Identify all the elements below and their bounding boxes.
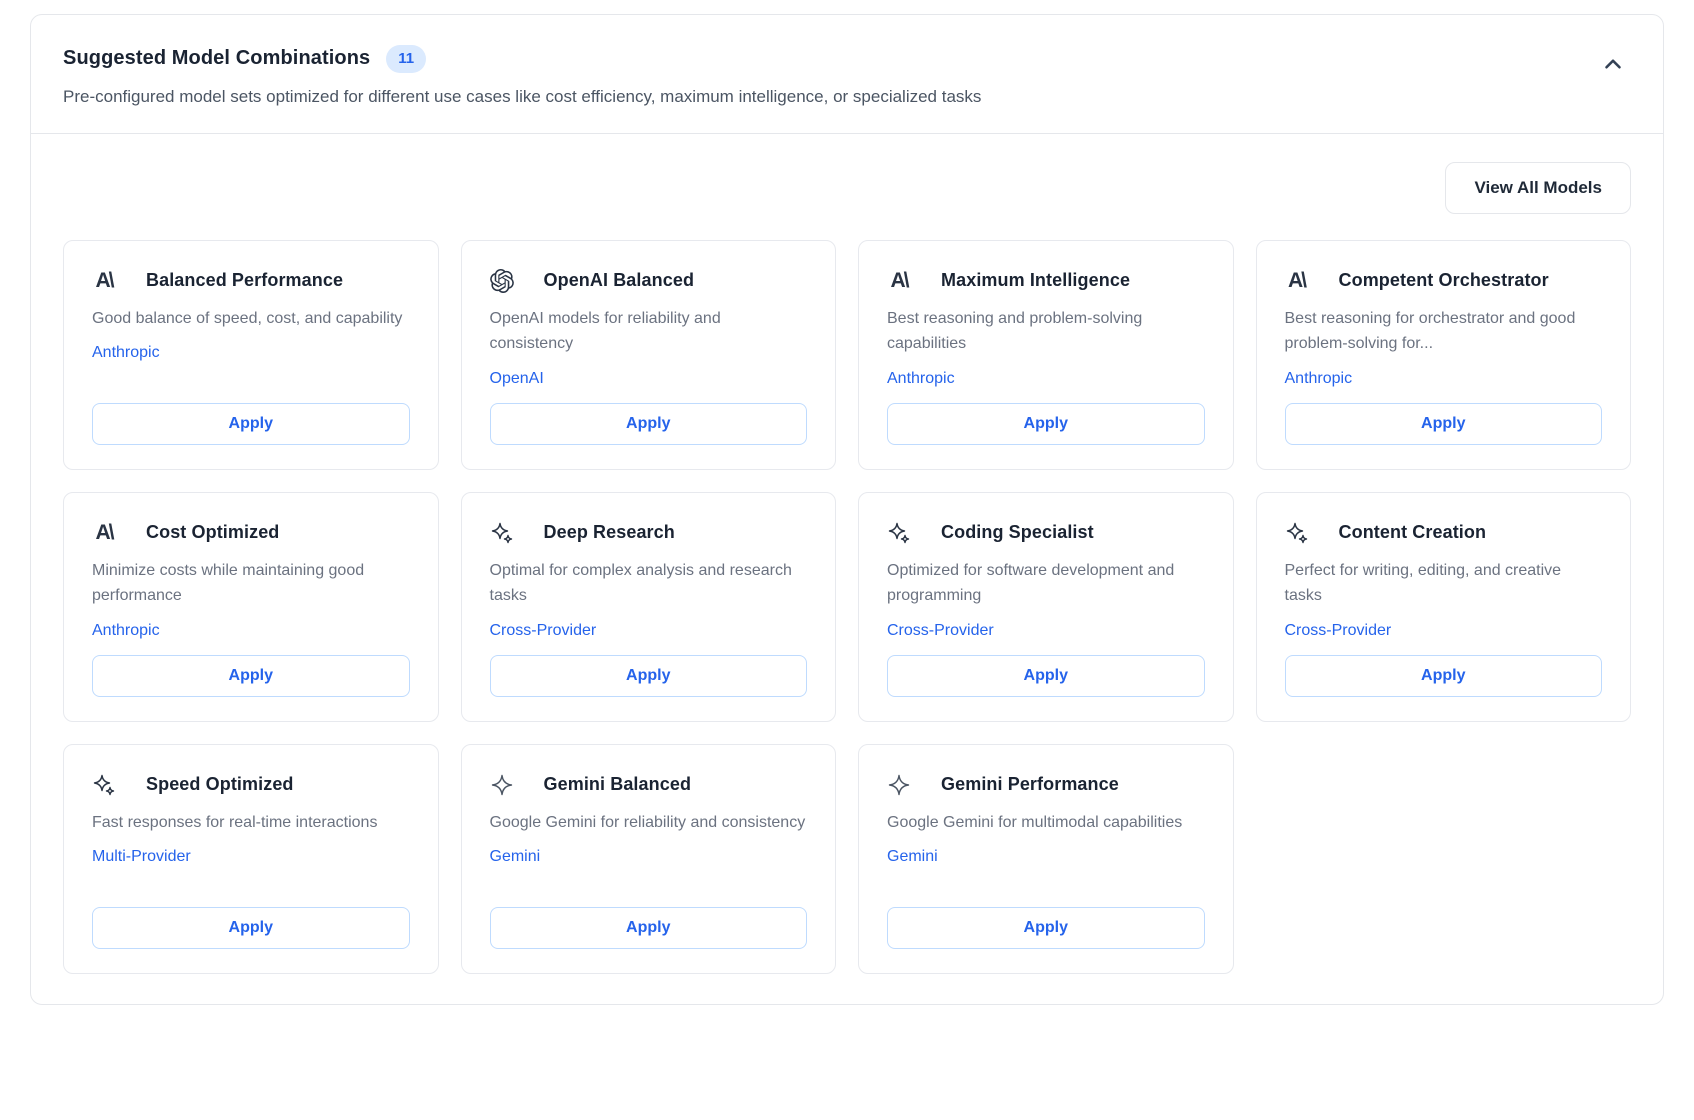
card-title: Gemini Balanced [544, 774, 692, 795]
sparkles-icon [887, 521, 911, 545]
card-title: Deep Research [544, 522, 675, 543]
apply-button[interactable]: Apply [490, 655, 808, 697]
model-combination-card: Deep Research Optimal for complex analys… [461, 492, 837, 722]
card-header: Content Creation [1285, 521, 1603, 545]
apply-button[interactable]: Apply [92, 907, 410, 949]
gemini-icon [490, 773, 514, 797]
panel-body: View All Models A\ Balanced Performance … [31, 134, 1663, 1004]
card-description: Fast responses for real-time interaction… [92, 810, 410, 836]
apply-button[interactable]: Apply [1285, 403, 1603, 445]
apply-button[interactable]: Apply [887, 907, 1205, 949]
card-description: OpenAI models for reliability and consis… [490, 306, 808, 357]
apply-button[interactable]: Apply [92, 655, 410, 697]
provider-link[interactable]: Anthropic [1285, 370, 1353, 388]
card-title: Speed Optimized [146, 774, 294, 795]
card-description: Google Gemini for reliability and consis… [490, 810, 808, 836]
provider-link[interactable]: Gemini [490, 848, 541, 866]
model-combination-card: Gemini Balanced Google Gemini for reliab… [461, 744, 837, 974]
model-combination-card: A\ Competent Orchestrator Best reasoning… [1256, 240, 1632, 470]
card-title: Balanced Performance [146, 270, 343, 291]
card-header: A\ Maximum Intelligence [887, 269, 1205, 293]
panel-title-row: Suggested Model Combinations 11 [63, 45, 1631, 73]
cards-grid: A\ Balanced Performance Good balance of … [63, 240, 1631, 974]
card-header: Speed Optimized [92, 773, 410, 797]
model-combination-card: A\ Maximum Intelligence Best reasoning a… [858, 240, 1234, 470]
card-header: OpenAI Balanced [490, 269, 808, 293]
provider-link[interactable]: Multi-Provider [92, 848, 191, 866]
anthropic-icon: A\ [887, 269, 911, 293]
anthropic-icon: A\ [92, 269, 116, 293]
panel-header: Suggested Model Combinations 11 Pre-conf… [31, 15, 1663, 134]
model-combination-card: A\ Balanced Performance Good balance of … [63, 240, 439, 470]
model-combination-card: Gemini Performance Google Gemini for mul… [858, 744, 1234, 974]
provider-link[interactable]: Cross-Provider [887, 622, 994, 640]
suggested-model-combinations-panel: Suggested Model Combinations 11 Pre-conf… [30, 14, 1664, 1005]
card-description: Best reasoning and problem-solving capab… [887, 306, 1205, 357]
card-description: Optimal for complex analysis and researc… [490, 558, 808, 609]
apply-button[interactable]: Apply [887, 655, 1205, 697]
chevron-up-icon [1600, 51, 1626, 80]
card-description: Google Gemini for multimodal capabilitie… [887, 810, 1205, 836]
view-all-models-button[interactable]: View All Models [1445, 162, 1631, 214]
card-header: A\ Cost Optimized [92, 521, 410, 545]
card-title: Maximum Intelligence [941, 270, 1130, 291]
provider-link[interactable]: Gemini [887, 848, 938, 866]
openai-icon [490, 269, 514, 293]
toolbar-row: View All Models [63, 162, 1631, 214]
card-description: Optimized for software development and p… [887, 558, 1205, 609]
apply-button[interactable]: Apply [1285, 655, 1603, 697]
card-title: OpenAI Balanced [544, 270, 695, 291]
card-header: A\ Balanced Performance [92, 269, 410, 293]
card-title: Gemini Performance [941, 774, 1119, 795]
card-description: Minimize costs while maintaining good pe… [92, 558, 410, 609]
provider-link[interactable]: Cross-Provider [490, 622, 597, 640]
card-description: Perfect for writing, editing, and creati… [1285, 558, 1603, 609]
apply-button[interactable]: Apply [92, 403, 410, 445]
provider-link[interactable]: OpenAI [490, 370, 544, 388]
provider-link[interactable]: Anthropic [92, 344, 160, 362]
model-combination-card: Speed Optimized Fast responses for real-… [63, 744, 439, 974]
anthropic-icon: A\ [92, 521, 116, 545]
card-header: Gemini Balanced [490, 773, 808, 797]
apply-button[interactable]: Apply [887, 403, 1205, 445]
provider-link[interactable]: Anthropic [887, 370, 955, 388]
card-title: Competent Orchestrator [1339, 270, 1549, 291]
provider-link[interactable]: Anthropic [92, 622, 160, 640]
model-combination-card: Content Creation Perfect for writing, ed… [1256, 492, 1632, 722]
card-title: Cost Optimized [146, 522, 279, 543]
card-header: Deep Research [490, 521, 808, 545]
card-header: Coding Specialist [887, 521, 1205, 545]
sparkles-icon [490, 521, 514, 545]
count-badge: 11 [386, 45, 426, 73]
provider-link[interactable]: Cross-Provider [1285, 622, 1392, 640]
card-description: Good balance of speed, cost, and capabil… [92, 306, 410, 332]
sparkles-icon [1285, 521, 1309, 545]
gemini-icon [887, 773, 911, 797]
model-combination-card: OpenAI Balanced OpenAI models for reliab… [461, 240, 837, 470]
card-title: Coding Specialist [941, 522, 1094, 543]
model-combination-card: Coding Specialist Optimized for software… [858, 492, 1234, 722]
panel-title: Suggested Model Combinations [63, 47, 370, 70]
card-header: A\ Competent Orchestrator [1285, 269, 1603, 293]
model-combination-card: A\ Cost Optimized Minimize costs while m… [63, 492, 439, 722]
anthropic-icon: A\ [1285, 269, 1309, 293]
sparkles-icon [92, 773, 116, 797]
card-description: Best reasoning for orchestrator and good… [1285, 306, 1603, 357]
panel-subtitle: Pre-configured model sets optimized for … [63, 87, 1631, 107]
card-title: Content Creation [1339, 522, 1487, 543]
apply-button[interactable]: Apply [490, 907, 808, 949]
card-header: Gemini Performance [887, 773, 1205, 797]
apply-button[interactable]: Apply [490, 403, 808, 445]
collapse-panel-button[interactable] [1597, 49, 1629, 81]
